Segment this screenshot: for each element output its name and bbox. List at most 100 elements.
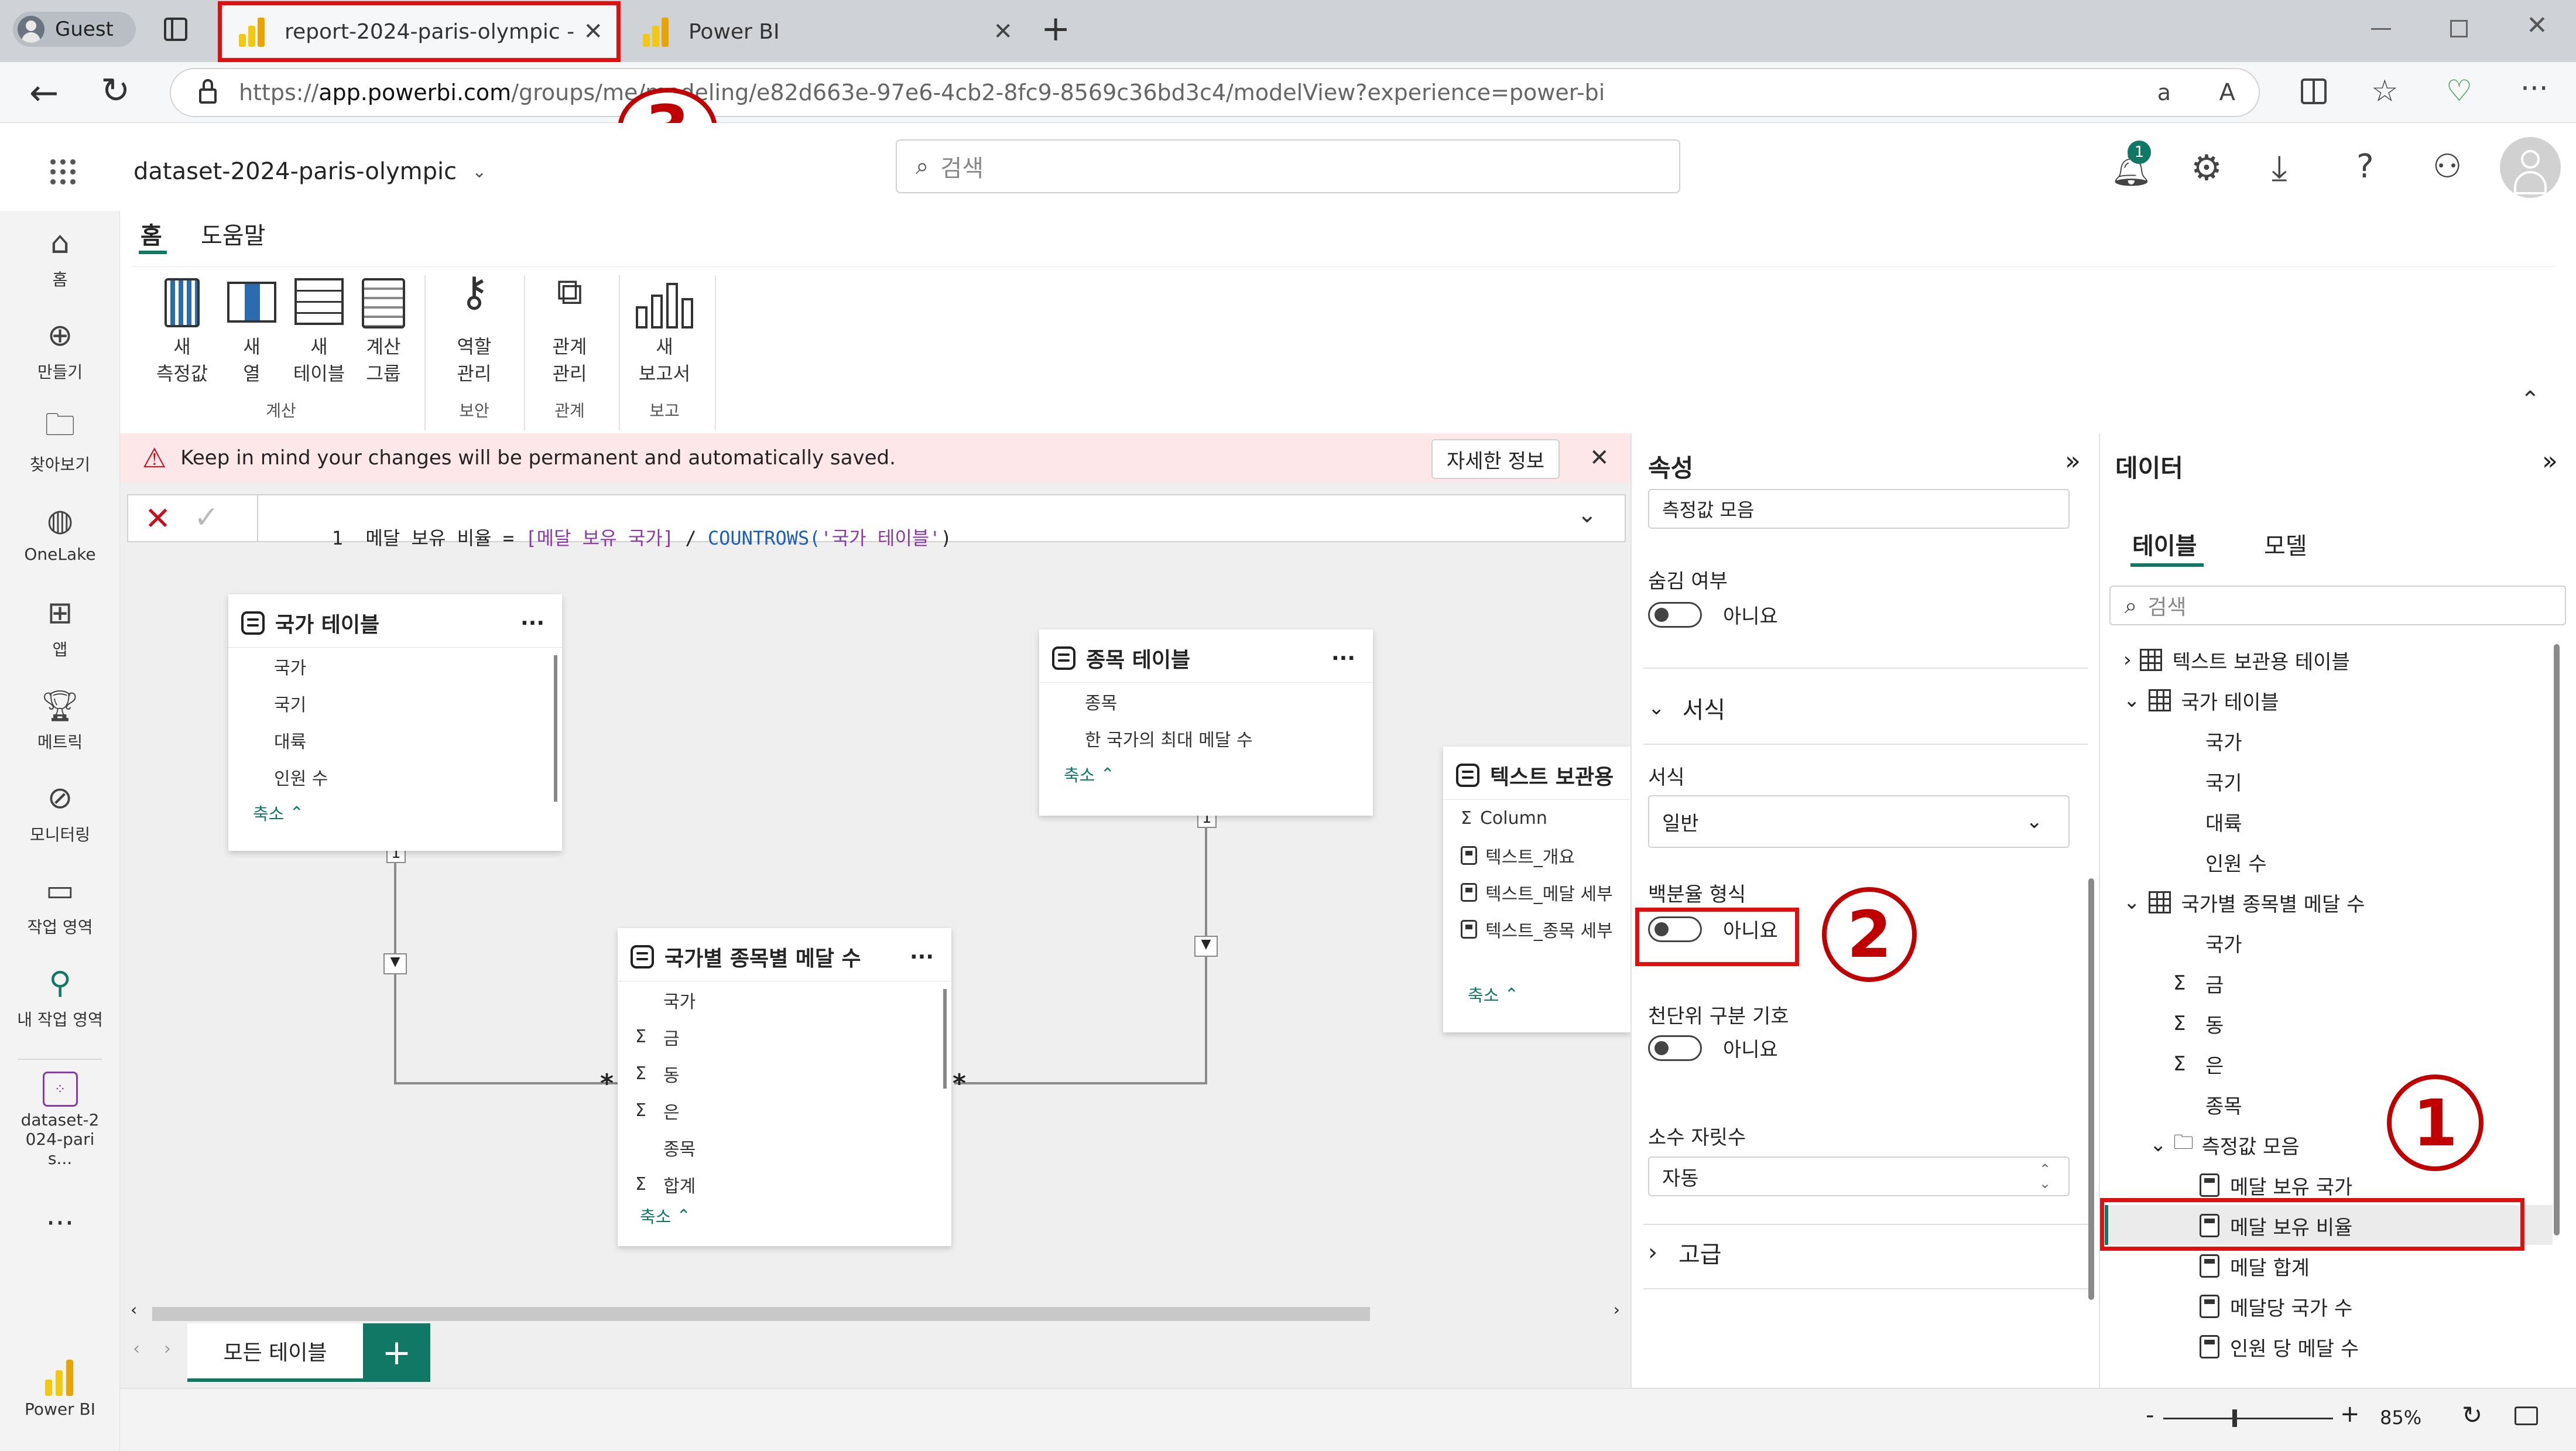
close-icon[interactable]: ✕: [993, 18, 1013, 45]
tab-all-tables[interactable]: 모든 테이블: [187, 1323, 363, 1382]
nav-create[interactable]: ⊕ 만들기: [0, 315, 120, 383]
table-card-text[interactable]: 텍스트 보관용 Σ Column 텍스트_개요 텍스트_메달 세부 텍스트_종목 …: [1443, 747, 1630, 1032]
new-tab-button[interactable]: +: [1041, 8, 1070, 49]
tree-field[interactable]: 대륙: [2205, 802, 2242, 841]
tree-field[interactable]: 국가: [2205, 721, 2242, 761]
back-icon[interactable]: ←: [29, 73, 59, 114]
manage-roles-button[interactable]: ⚷ 역할 관리: [439, 271, 509, 387]
collapse-pane-icon[interactable]: »: [2542, 446, 2558, 476]
model-canvas[interactable]: ⚠ Keep in mind your changes will be perm…: [120, 433, 1630, 1388]
collapse-button[interactable]: 축소 ⌃: [1039, 757, 1373, 792]
table-card-medals[interactable]: 국가별 종목별 메달 수 ··· 국가 Σ금 Σ동 Σ은 종목 Σ 합계 축소 ⌃: [618, 928, 951, 1246]
nav-workspaces[interactable]: ▭ 작업 영역: [0, 870, 120, 938]
scroll-left-icon[interactable]: ‹: [131, 1300, 137, 1319]
more-icon[interactable]: ···: [2520, 71, 2548, 105]
scrollbar[interactable]: [554, 655, 557, 802]
field-row[interactable]: 대륙: [274, 721, 562, 758]
field-row[interactable]: Σ 합계: [635, 1166, 951, 1203]
share-feedback-icon[interactable]: ⚇: [2433, 148, 2462, 186]
tab-actions-icon[interactable]: [164, 18, 187, 41]
more-options-icon[interactable]: ···: [910, 945, 934, 969]
zoom-in-button[interactable]: +: [2340, 1401, 2360, 1428]
favorites-icon[interactable]: ☆: [2371, 74, 2399, 109]
field-row[interactable]: 국기: [274, 685, 562, 721]
table-card-sport[interactable]: 종목 테이블 ··· 종목 한 국가의 최대 메달 수 축소 ⌃: [1039, 629, 1373, 816]
tree-field[interactable]: 국기: [2205, 761, 2242, 801]
field-row[interactable]: 한 국가의 최대 메달 수: [1085, 720, 1373, 757]
nav-onelake[interactable]: ◍ OneLake: [0, 500, 120, 564]
nav-apps[interactable]: ⊞ 앱: [0, 593, 120, 661]
tab-scroll-left-icon[interactable]: ‹: [133, 1339, 140, 1359]
immersive-reader-icon[interactable]: A: [2219, 79, 2235, 106]
scrollbar[interactable]: [2088, 878, 2094, 1300]
field-row[interactable]: 텍스트_종목 세부: [1461, 911, 1630, 947]
format-section-header[interactable]: ⌄ 서식: [1648, 691, 1725, 725]
nav-my-workspace[interactable]: ⚲ 내 작업 영역: [0, 963, 120, 1031]
collapse-button[interactable]: 축소 ⌃: [1443, 977, 1630, 1012]
field-row[interactable]: 인원 수: [274, 758, 562, 795]
nav-more-icon[interactable]: ···: [0, 1206, 120, 1240]
field-row[interactable]: 국가: [274, 648, 562, 685]
tree-measure[interactable]: 메달당 국가 수: [2200, 1286, 2352, 1326]
data-search-input[interactable]: ⌕ 검색: [2109, 586, 2566, 625]
toggle-switch[interactable]: [1648, 1035, 1702, 1061]
tree-measure[interactable]: 메달 합계: [2200, 1246, 2310, 1286]
nav-browse[interactable]: 🗀︎ 찾아보기: [0, 408, 120, 475]
minimize-icon[interactable]: [2371, 28, 2391, 30]
collapse-pane-icon[interactable]: »: [2065, 446, 2081, 476]
field-row[interactable]: Σ금: [635, 1018, 951, 1055]
refresh-icon[interactable]: ↻: [101, 70, 130, 111]
hidden-toggle[interactable]: 아니요: [1648, 600, 1778, 629]
read-aloud-icon[interactable]: a: [2157, 80, 2171, 105]
decimal-places-input[interactable]: 자동 ⌃ ⌄: [1648, 1156, 2070, 1196]
tab-model[interactable]: 모델: [2264, 527, 2307, 561]
field-row[interactable]: 텍스트_개요: [1461, 837, 1630, 874]
field-row[interactable]: 종목: [1085, 683, 1373, 720]
dataset-name-dropdown[interactable]: dataset-2024-paris-olympic ⌄: [133, 151, 487, 192]
tree-field[interactable]: Σ은: [2173, 1044, 2224, 1084]
advanced-section-header[interactable]: › 고급: [1648, 1236, 1722, 1269]
tree-table-medals[interactable]: ⌄ 국가별 종목별 메달 수: [2123, 882, 2365, 922]
calculation-group-button[interactable]: 계산 그룹: [354, 278, 413, 387]
field-row[interactable]: Σ은: [635, 1092, 951, 1129]
health-icon[interactable]: ♡: [2446, 74, 2472, 108]
nav-home[interactable]: ⌂ 홈: [0, 223, 120, 290]
field-row[interactable]: Σ동: [635, 1055, 951, 1092]
more-options-icon[interactable]: ···: [520, 611, 544, 635]
format-dropdown[interactable]: 일반 ⌄: [1648, 795, 2070, 848]
add-layout-button[interactable]: +: [363, 1323, 430, 1382]
app-launcher-icon[interactable]: [48, 157, 77, 186]
fit-to-screen-icon[interactable]: [2515, 1406, 2538, 1425]
field-row[interactable]: 종목: [635, 1129, 951, 1166]
search-input[interactable]: ⌕ 검색: [896, 139, 1680, 193]
tree-field[interactable]: Σ금: [2173, 963, 2224, 1003]
new-measure-button[interactable]: 새 측정값: [147, 278, 217, 387]
tab-powerbi[interactable]: Power BI ✕: [625, 4, 1029, 60]
url-field[interactable]: https://app.powerbi.com/groups/me/modeli…: [170, 68, 2260, 117]
scroll-right-icon[interactable]: ›: [1614, 1300, 1620, 1319]
tree-field[interactable]: 국가: [2205, 923, 2242, 963]
profile-button[interactable]: Guest: [13, 12, 136, 47]
tree-table-country[interactable]: ⌄ 국가 테이블: [2123, 680, 2279, 720]
field-row[interactable]: 국가: [635, 981, 951, 1018]
ribbon-tab-help[interactable]: 도움말: [201, 217, 265, 251]
toggle-switch[interactable]: [1648, 601, 1702, 628]
account-avatar[interactable]: [2500, 137, 2561, 198]
restore-icon[interactable]: [2450, 20, 2468, 37]
tree-field[interactable]: 인원 수: [2205, 842, 2267, 882]
scrollbar[interactable]: [2554, 644, 2560, 1236]
thousands-separator-toggle[interactable]: 아니요: [1648, 1034, 1778, 1062]
nav-monitoring[interactable]: ⊘ 모니터링: [0, 778, 120, 846]
new-table-button[interactable]: 새 테이블: [284, 278, 354, 387]
tab-scroll-right-icon[interactable]: ›: [164, 1339, 171, 1359]
more-options-icon[interactable]: ···: [1331, 646, 1355, 670]
spinner-icon[interactable]: ⌃ ⌄: [2039, 1162, 2051, 1190]
zoom-slider[interactable]: [2163, 1409, 2333, 1427]
ribbon-tab-home[interactable]: 홈: [141, 217, 162, 251]
nav-dataset[interactable]: ⁘ dataset-2024-paris...: [0, 1072, 120, 1168]
help-icon[interactable]: ?: [2356, 148, 2374, 186]
tree-table-text[interactable]: › 텍스트 보관용 테이블: [2123, 640, 2350, 680]
table-card-country[interactable]: 국가 테이블 ··· 국가 국기 대륙 인원 수 축소 ⌃: [228, 594, 562, 851]
collapse-button[interactable]: 축소 ⌃: [228, 795, 562, 830]
reset-zoom-icon[interactable]: ↻: [2462, 1401, 2482, 1429]
